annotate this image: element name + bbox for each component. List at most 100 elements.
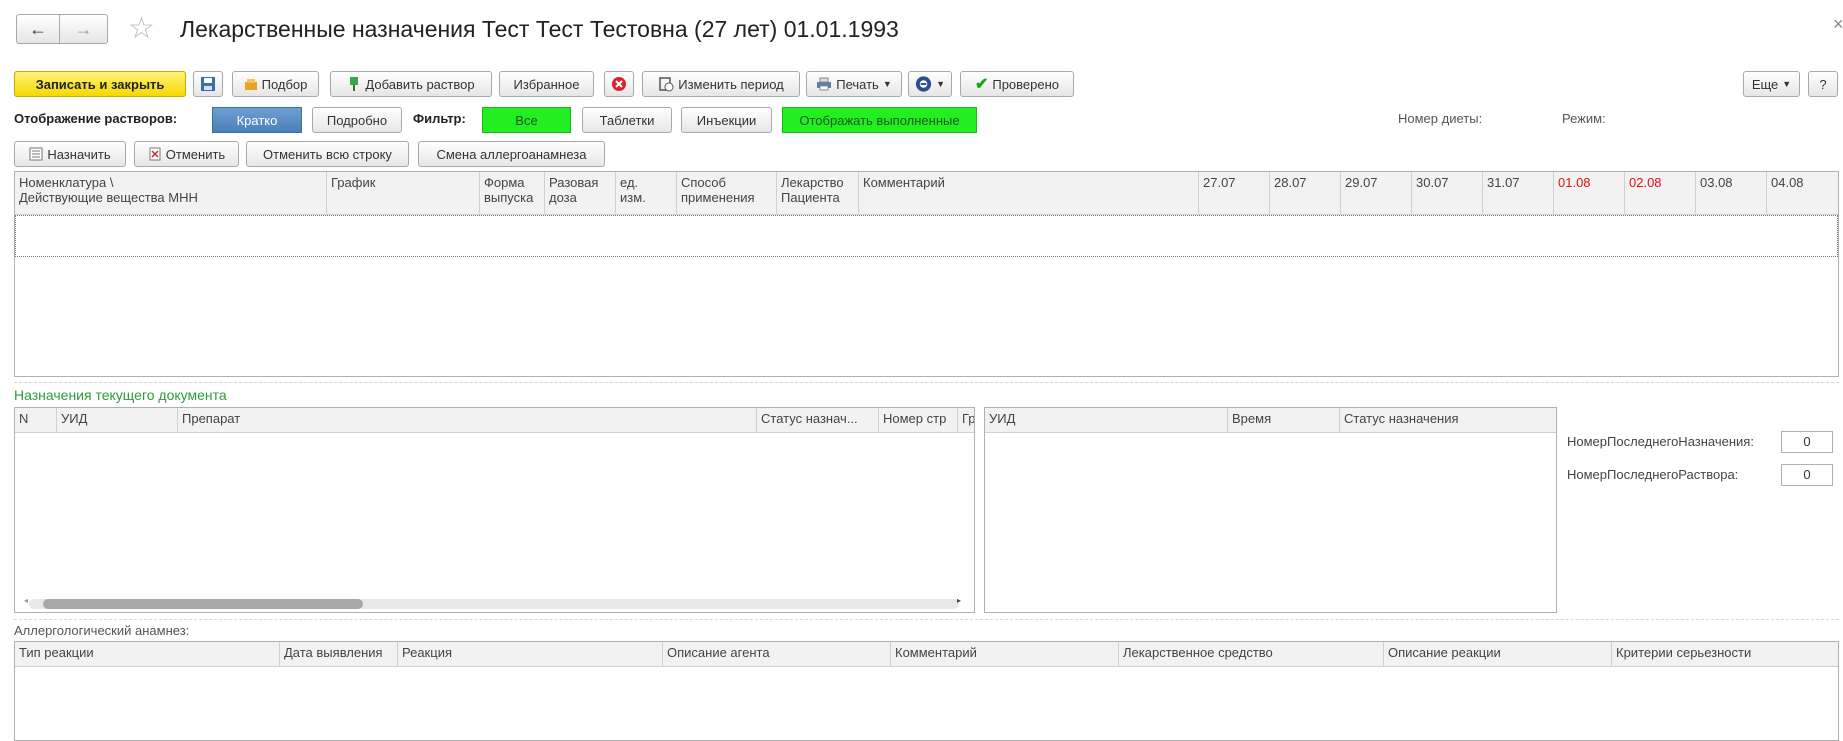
header-method[interactable]: Способ применения: [677, 172, 777, 214]
change-period-button[interactable]: Изменить период: [642, 71, 800, 97]
filter-all-button[interactable]: Все: [482, 107, 571, 133]
allergy-table-header: Тип реакции Дата выявления Реакция Описа…: [15, 642, 1838, 667]
floppy-icon: [201, 77, 215, 91]
show-done-button[interactable]: Отображать выполненные: [782, 107, 977, 133]
header-drug[interactable]: Препарат: [178, 408, 757, 432]
cancel-row-button[interactable]: Отменить всю строку: [246, 141, 409, 167]
back-button[interactable]: ←: [16, 14, 60, 44]
arrow-left-icon: ←: [29, 18, 47, 39]
schedule-table[interactable]: Номенклатура \ Действующие вещества МНН …: [14, 171, 1839, 377]
solutions-display-label: Отображение растворов:: [14, 111, 178, 126]
details-table[interactable]: УИД Время Статус назначения: [984, 407, 1557, 613]
detailed-toggle[interactable]: Подробно: [312, 107, 402, 133]
print-label: Печать: [836, 76, 879, 92]
more-button[interactable]: Еще ▼: [1743, 71, 1800, 97]
current-doc-header: N УИД Препарат Статус назнач... Номер ст…: [15, 408, 974, 433]
header-comment[interactable]: Комментарий: [891, 642, 1119, 666]
header-detection-date[interactable]: Дата выявления: [280, 642, 398, 666]
header-time[interactable]: Время: [1228, 408, 1340, 432]
header-comment[interactable]: Комментарий: [859, 172, 1199, 214]
scrollbar-thumb[interactable]: [43, 599, 363, 609]
more-label: Еще: [1751, 76, 1779, 92]
globe-icon: [915, 76, 932, 92]
cancel-label: Отменить: [165, 146, 226, 162]
list-icon: [29, 147, 43, 161]
pick-icon: [244, 79, 257, 90]
header-severity[interactable]: Критерии серьезности: [1612, 642, 1838, 666]
header-date-weekend[interactable]: 02.08: [1625, 172, 1696, 214]
header-reaction-description[interactable]: Описание реакции: [1384, 642, 1612, 666]
header-date[interactable]: 04.08: [1767, 172, 1838, 214]
header-row-number[interactable]: Номер стр: [879, 408, 958, 432]
header-nomenclature[interactable]: Номенклатура \ Действующие вещества МНН: [15, 172, 327, 214]
checked-button[interactable]: ✔ Проверено: [960, 71, 1074, 97]
scroll-left-icon[interactable]: ◂: [24, 596, 28, 605]
save-close-button[interactable]: Записать и закрыть: [14, 71, 186, 97]
add-solution-button[interactable]: Добавить раствор: [330, 71, 492, 97]
filter-injections-button[interactable]: Инъекции: [681, 107, 772, 133]
brief-toggle[interactable]: Кратко: [212, 107, 302, 133]
table-row-selected[interactable]: [15, 215, 1838, 257]
header-reaction-type[interactable]: Тип реакции: [15, 642, 280, 666]
last-solution-label: НомерПоследнегоРаствора:: [1567, 467, 1739, 482]
header-drug[interactable]: Лекарственное средство: [1119, 642, 1384, 666]
delete-button[interactable]: [604, 71, 634, 97]
help-button[interactable]: ?: [1808, 71, 1838, 97]
header-date[interactable]: 31.07: [1483, 172, 1554, 214]
header-date[interactable]: 30.07: [1412, 172, 1483, 214]
header-reaction[interactable]: Реакция: [398, 642, 663, 666]
allergy-table[interactable]: Тип реакции Дата выявления Реакция Описа…: [14, 641, 1839, 741]
cancel-button[interactable]: Отменить: [134, 141, 239, 167]
header-n[interactable]: N: [15, 408, 57, 432]
cancel-doc-icon: [149, 147, 161, 161]
filter-label: Фильтр:: [413, 111, 466, 126]
add-solution-label: Добавить раствор: [365, 76, 475, 92]
settings-dropdown-button[interactable]: ▼: [908, 71, 952, 97]
close-icon[interactable]: ×: [1833, 14, 1843, 35]
current-doc-title: Назначения текущего документа: [14, 387, 227, 403]
header-status[interactable]: Статус назнач...: [757, 408, 879, 432]
pick-button[interactable]: Подбор: [232, 71, 319, 97]
header-date[interactable]: 27.07: [1199, 172, 1270, 214]
header-uid[interactable]: УИД: [985, 408, 1228, 432]
chevron-down-icon: ▼: [936, 79, 945, 89]
divider: [14, 619, 1839, 620]
header-date[interactable]: 03.08: [1696, 172, 1767, 214]
chevron-down-icon: ▼: [1782, 79, 1792, 89]
assign-label: Назначить: [47, 146, 111, 162]
pick-label: Подбор: [261, 76, 308, 92]
scroll-right-icon[interactable]: ▸: [957, 596, 961, 605]
favorites-button[interactable]: Избранное: [499, 71, 594, 97]
details-table-header: УИД Время Статус назначения: [985, 408, 1556, 433]
allergy-change-button[interactable]: Смена аллергоанамнеза: [418, 141, 605, 167]
forward-button[interactable]: →: [59, 14, 108, 44]
horizontal-scrollbar[interactable]: [29, 599, 959, 609]
checkmark-icon: ✔: [974, 76, 989, 93]
header-schedule[interactable]: Граф: [958, 408, 974, 432]
header-uid[interactable]: УИД: [57, 408, 178, 432]
last-assign-label: НомерПоследнегоНазначения:: [1567, 434, 1754, 449]
header-unit[interactable]: ед. изм.: [616, 172, 677, 214]
header-date[interactable]: 28.07: [1270, 172, 1341, 214]
star-icon[interactable]: ☆: [128, 11, 155, 46]
assign-button[interactable]: Назначить: [14, 141, 126, 167]
header-date[interactable]: 29.07: [1341, 172, 1412, 214]
period-icon: [659, 77, 674, 92]
last-solution-field[interactable]: 0: [1781, 464, 1833, 486]
header-status[interactable]: Статус назначения: [1340, 408, 1556, 432]
chevron-down-icon: ▼: [882, 79, 892, 89]
header-agent-description[interactable]: Описание агента: [663, 642, 891, 666]
filter-tablets-button[interactable]: Таблетки: [582, 107, 672, 133]
mode-label: Режим:: [1562, 111, 1606, 126]
header-patient-drug[interactable]: Лекарство Пациента: [777, 172, 859, 214]
last-assign-field[interactable]: 0: [1781, 431, 1833, 453]
header-form[interactable]: Форма выпуска: [480, 172, 545, 214]
print-button[interactable]: Печать ▼: [806, 71, 902, 97]
drip-icon: [350, 77, 359, 91]
delete-icon: [612, 77, 626, 91]
header-dose[interactable]: Разовая доза: [545, 172, 616, 214]
current-doc-table[interactable]: N УИД Препарат Статус назнач... Номер ст…: [14, 407, 975, 613]
header-schedule[interactable]: График: [327, 172, 480, 214]
save-button[interactable]: [193, 71, 223, 97]
header-date-weekend[interactable]: 01.08: [1554, 172, 1625, 214]
